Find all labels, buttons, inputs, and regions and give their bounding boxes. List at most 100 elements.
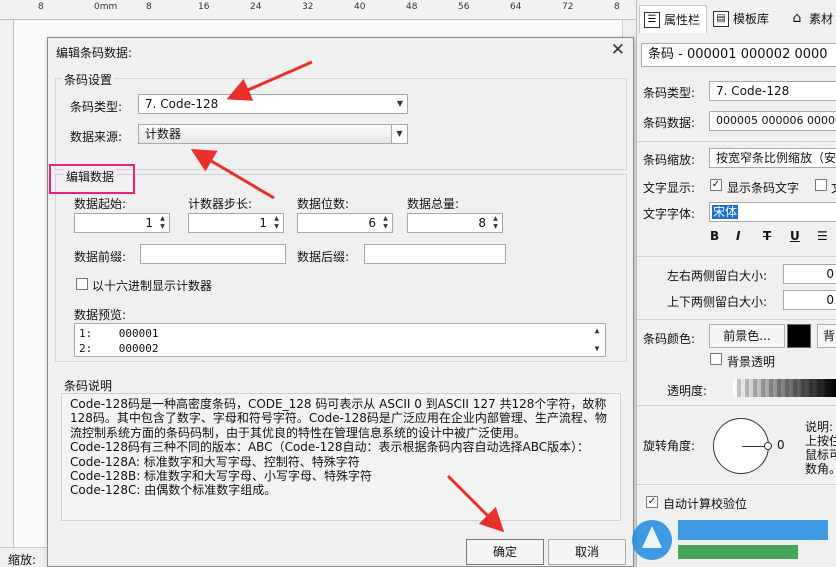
description-text: Code-128码是一种高密度条码，CODE_128 码可表示从 ASCII 0…: [61, 393, 621, 521]
description-line: Code-128C: 由偶数个标准数字组成。: [70, 483, 277, 498]
step-value: 1: [259, 216, 267, 230]
cancel-button[interactable]: 取消: [548, 539, 626, 565]
rotation-label: 旋转角度:: [643, 439, 696, 453]
total-value: 8: [478, 216, 486, 230]
start-label: 数据起始:: [74, 197, 127, 211]
second-text-checkbox[interactable]: [815, 179, 827, 191]
rotation-value: 0: [777, 438, 785, 452]
show-text-checkbox[interactable]: ✓: [710, 179, 722, 191]
properties-panel: ☰ 属性栏 ▤ 模板库 ⌂ 素材 条码 - 000001 000002 0000…: [636, 0, 836, 567]
font-select[interactable]: 宋体: [709, 202, 836, 222]
barcode-type-label: 条码类型:: [70, 100, 123, 114]
spinner-arrows-icon[interactable]: ▲ ▼: [491, 215, 500, 231]
divider: [637, 405, 836, 406]
type-field[interactable]: 7. Code-128: [709, 81, 836, 101]
description-line: Code-128B: 标准数字和大写字母、小写字母、特殊字符: [70, 469, 373, 484]
barcode-type-select[interactable]: 7. Code-128 ▼: [138, 94, 408, 114]
color-swatch[interactable]: [787, 324, 811, 348]
highlight-box: [49, 164, 135, 194]
font-value: 宋体: [712, 205, 739, 219]
auto-checksum-checkbox[interactable]: ✓: [646, 496, 658, 508]
ruler-mark: 40: [354, 2, 366, 12]
hex-checkbox[interactable]: [76, 278, 88, 290]
spinner-arrows-icon[interactable]: ▲ ▼: [158, 215, 167, 231]
edit-barcode-dialog: 编辑条码数据: ✕ 条码设置 条码类型: 7. Code-128 ▼ 数据来源:…: [47, 37, 634, 567]
preview-row: 2: 000002: [79, 342, 159, 355]
ruler-mark: 48: [406, 2, 418, 12]
ruler-mark: 32: [302, 2, 314, 12]
tab-properties-label: 属性栏: [664, 13, 701, 27]
preview-scrollbar[interactable]: ▲ ▼: [591, 326, 603, 353]
start-value: 1: [145, 216, 153, 230]
suffix-input[interactable]: [364, 244, 506, 264]
font-label: 文字字体:: [643, 207, 696, 221]
ruler-mark: 8: [146, 2, 152, 12]
color-label: 条码颜色:: [643, 332, 696, 346]
ok-button[interactable]: 确定: [466, 539, 544, 565]
barcode-type-value: 7. Code-128: [145, 97, 219, 111]
close-icon[interactable]: ✕: [611, 41, 625, 59]
tab-templates-label: 模板库: [733, 12, 770, 26]
digits-label: 数据位数:: [297, 197, 350, 211]
description-title: 条码说明: [64, 379, 113, 393]
prefix-input[interactable]: [140, 244, 286, 264]
scale-select[interactable]: 按宽窄条比例缩放（安全: [709, 148, 836, 168]
tab-templates[interactable]: ▤ 模板库: [709, 5, 781, 33]
background-color-button[interactable]: 背: [817, 324, 836, 348]
tab-assets-label: 素材: [809, 12, 834, 26]
divider: [637, 484, 836, 485]
site-watermark-logo: [632, 520, 828, 560]
rotation-dial[interactable]: [713, 418, 772, 474]
total-spinner[interactable]: 8 ▲ ▼: [407, 213, 503, 233]
ruler-mark: 0mm: [94, 2, 118, 12]
strikethrough-button[interactable]: T: [763, 229, 771, 243]
barcode-settings-title: 条码设置: [62, 71, 115, 88]
tab-assets[interactable]: ⌂ 素材: [785, 5, 836, 33]
type-label: 条码类型:: [643, 86, 696, 100]
zoom-label: 缩放:: [8, 553, 37, 567]
description-line: Code-128码有三种不同的版本：ABC（Code-128自动：表示根据条码内…: [70, 440, 590, 455]
ruler-mark: 72: [562, 2, 574, 12]
object-name-field[interactable]: 条码 - 000001 000002 0000: [641, 43, 836, 67]
step-label: 计数器步长:: [188, 197, 253, 211]
align-icon[interactable]: ☰: [817, 229, 828, 243]
library-icon: ⌂: [792, 10, 802, 26]
chevron-down-icon: ▼: [391, 125, 407, 143]
ruler-mark: 64: [510, 2, 522, 12]
underline-button[interactable]: U: [790, 229, 800, 243]
divider: [637, 141, 836, 142]
prefix-label: 数据前缀:: [74, 250, 127, 264]
tb-margin-label: 上下两侧留白大小:: [667, 295, 768, 309]
lr-margin-label: 左右两侧留白大小:: [667, 269, 768, 283]
auto-checksum-label: 自动计算校验位: [663, 497, 748, 511]
total-label: 数据总量:: [407, 197, 460, 211]
list-icon: ☰: [644, 12, 660, 28]
step-spinner[interactable]: 1 ▲ ▼: [188, 213, 284, 233]
opacity-label: 透明度:: [667, 384, 708, 398]
tab-properties[interactable]: ☰ 属性栏: [639, 5, 707, 33]
ruler-mark: 16: [198, 2, 210, 12]
ruler-mark: 8: [614, 2, 620, 12]
ruler-mark: 24: [250, 2, 262, 12]
tb-margin-input[interactable]: 0: [783, 290, 836, 310]
start-spinner[interactable]: 1 ▲ ▼: [74, 213, 170, 233]
spinner-arrows-icon[interactable]: ▲ ▼: [381, 215, 390, 231]
digits-spinner[interactable]: 6 ▲ ▼: [297, 213, 393, 233]
data-preview-list[interactable]: 1: 000001 2: 000002 ▲ ▼: [74, 323, 606, 357]
data-field[interactable]: 000005 000006 000007: [709, 111, 836, 131]
scale-label: 条码缩放:: [643, 153, 696, 167]
lr-margin-input[interactable]: 0: [783, 264, 836, 284]
data-label: 条码数据:: [643, 116, 696, 130]
bg-transparent-checkbox[interactable]: [710, 353, 722, 365]
bold-button[interactable]: B: [710, 229, 719, 243]
italic-button[interactable]: I: [736, 229, 740, 243]
foreground-color-button[interactable]: 前景色...: [709, 324, 785, 348]
dial-handle[interactable]: [764, 442, 772, 450]
data-source-value: 计数器: [145, 127, 182, 141]
hex-label: 以十六进制显示计数器: [92, 279, 213, 293]
spinner-arrows-icon[interactable]: ▲ ▼: [272, 215, 281, 231]
bg-transparent-label: 背景透明: [727, 355, 776, 369]
dialog-title: 编辑条码数据:: [56, 46, 133, 60]
data-source-select[interactable]: 计数器 ▼: [138, 124, 408, 144]
opacity-gradient: [733, 379, 836, 397]
